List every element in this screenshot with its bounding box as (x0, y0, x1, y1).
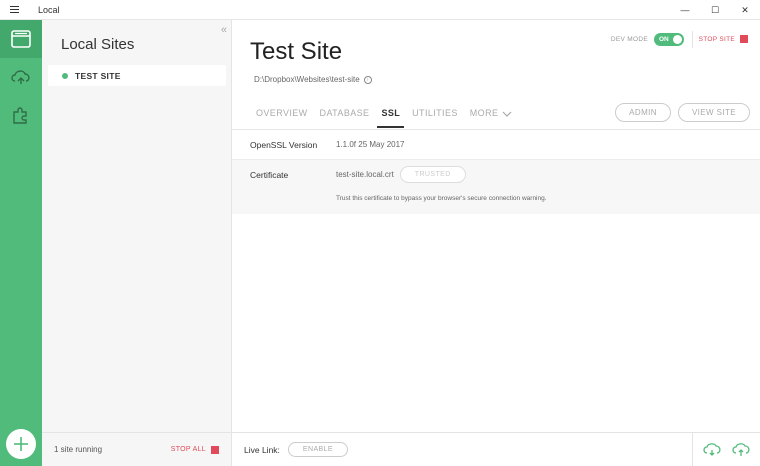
sites-running-count: 1 site running (54, 445, 103, 454)
live-link-label: Live Link: (244, 444, 280, 455)
openssl-row: OpenSSL Version 1.1.0f 25 May 2017 (232, 130, 760, 160)
stop-site-label: STOP SITE (698, 35, 735, 43)
certificate-row: Certificate test-site.local.crt TRUSTED … (232, 160, 760, 214)
sites-footer: 1 site running STOP ALL (42, 432, 231, 466)
tab-ssl[interactable]: SSL (377, 108, 404, 128)
footer-actions (692, 433, 760, 466)
tab-utilities[interactable]: UTILITIES (412, 108, 458, 128)
openssl-value: 1.1.0f 25 May 2017 (336, 140, 405, 149)
certificate-help-text: Trust this certificate to bypass your br… (336, 195, 547, 202)
certificate-line: test-site.local.crt TRUSTED (336, 166, 466, 183)
stop-site-button[interactable]: STOP SITE (699, 35, 748, 43)
dev-mode-label: DEV MODE (610, 36, 648, 43)
window-title: Local (38, 4, 60, 15)
site-title: Test Site (250, 38, 343, 65)
toggle-knob (673, 35, 682, 44)
maximize-button[interactable]: ☐ (700, 0, 730, 20)
site-list-item[interactable]: TEST SITE (48, 65, 226, 86)
add-icon (14, 437, 28, 451)
certificate-label: Certificate (250, 170, 289, 180)
window-controls: — ☐ ✕ (670, 0, 760, 20)
dev-mode-state: ON (659, 36, 669, 43)
chevron-down-icon (502, 111, 512, 117)
close-button[interactable]: ✕ (730, 0, 760, 20)
stop-icon (740, 35, 748, 43)
menu-icon[interactable] (0, 0, 28, 20)
reveal-folder-icon[interactable]: › (363, 75, 372, 84)
tab-more[interactable]: MORE (470, 108, 513, 128)
site-status-dot (62, 72, 68, 79)
dev-mode: DEV MODE ON (611, 33, 684, 46)
site-path: D:\Dropbox\Websites\test-site › (254, 75, 372, 84)
stop-all-label: STOP ALL (170, 446, 206, 453)
stop-all-button[interactable]: STOP ALL (170, 445, 219, 454)
stop-icon (211, 445, 219, 454)
view-site-button[interactable]: VIEW SITE (677, 103, 750, 122)
main-footer: Live Link: ENABLE (232, 432, 760, 466)
header-divider (692, 31, 693, 48)
sites-icon[interactable] (0, 20, 42, 58)
admin-button[interactable]: ADMIN (615, 103, 671, 122)
puzzle-icon[interactable] (0, 96, 42, 134)
cloud-upload-icon[interactable] (732, 442, 750, 458)
openssl-label: OpenSSL Version (250, 140, 318, 150)
sites-panel: « Local Sites TEST SITE 1 site running S… (42, 20, 232, 466)
tab-database[interactable]: DATABASE (320, 108, 370, 128)
cloud-download-icon[interactable] (703, 442, 721, 458)
site-detail: Test Site D:\Dropbox\Websites\test-site … (232, 20, 760, 466)
trust-button[interactable]: TRUSTED (399, 166, 466, 183)
minimize-button[interactable]: — (670, 0, 700, 20)
sites-panel-title: Local Sites (61, 36, 135, 53)
dev-mode-toggle[interactable]: ON (654, 33, 684, 46)
add-site-button[interactable] (6, 429, 36, 459)
tab-overview[interactable]: OVERVIEW (256, 108, 308, 128)
tab-actions: ADMIN VIEW SITE (615, 103, 750, 122)
site-path-text: D:\Dropbox\Websites\test-site (254, 75, 360, 84)
site-list-item-name: TEST SITE (75, 70, 121, 81)
cloud-icon[interactable] (0, 58, 42, 96)
tab-more-label: MORE (469, 108, 499, 118)
certificate-file: test-site.local.crt (336, 170, 394, 179)
live-link-enable-button[interactable]: ENABLE (287, 442, 348, 457)
collapse-icon[interactable]: « (221, 24, 227, 36)
nav-rail (0, 20, 42, 466)
title-bar: Local — ☐ ✕ (0, 0, 760, 20)
site-tabs: OVERVIEW DATABASE SSL UTILITIES MORE (256, 108, 524, 128)
